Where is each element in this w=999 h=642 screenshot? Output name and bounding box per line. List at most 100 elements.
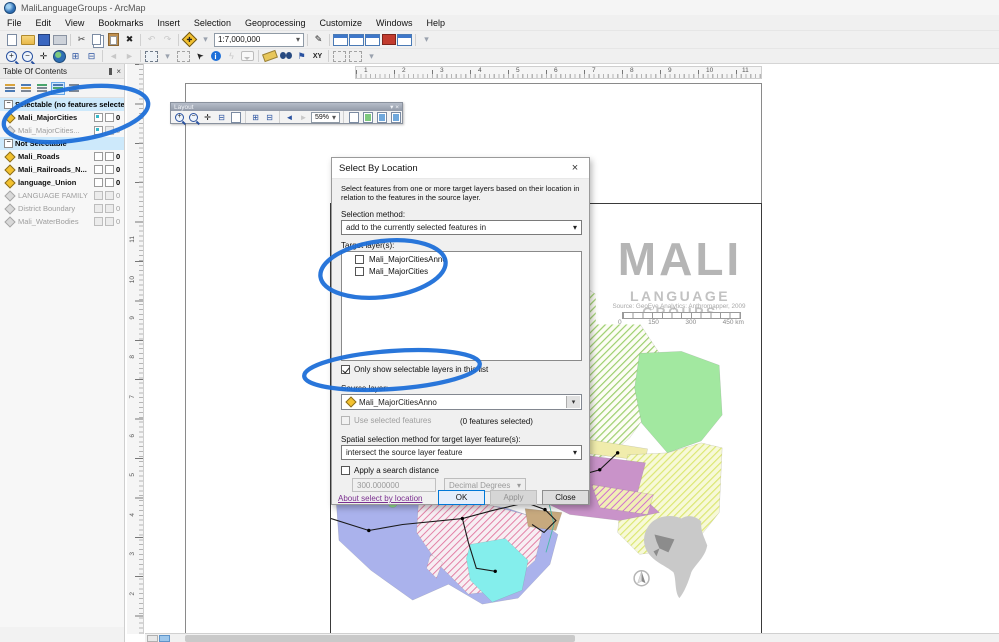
measure-icon[interactable] <box>261 49 278 63</box>
copy-icon[interactable] <box>90 33 105 47</box>
target-layer-item[interactable]: Mali_MajorCitiesAnno <box>355 255 581 264</box>
search-distance-checkbox[interactable] <box>341 466 350 475</box>
focus-data-frame-icon[interactable] <box>361 111 374 123</box>
toc-layer-language-union[interactable]: language_Union 0 <box>0 176 124 189</box>
close-button[interactable]: Close <box>542 490 589 505</box>
layer-checkbox[interactable] <box>355 255 364 264</box>
redo-icon[interactable]: ↷ <box>160 33 175 47</box>
scrollbar-thumb[interactable] <box>185 635 575 642</box>
toc-layer-mali-waterbodies[interactable]: Mali_WaterBodies 0 <box>0 215 124 228</box>
find-icon[interactable] <box>278 49 293 63</box>
menu-bookmarks[interactable]: Bookmarks <box>91 18 150 28</box>
go-to-xy-icon[interactable]: XY <box>310 49 325 63</box>
toc-options-icon[interactable] <box>67 82 81 95</box>
menu-file[interactable]: File <box>0 18 29 28</box>
add-data-icon[interactable]: ✚ <box>181 31 198 48</box>
selection-toggle-icon[interactable] <box>94 191 103 200</box>
python-window-icon[interactable] <box>397 33 412 47</box>
toc-layer-mali-railroads[interactable]: Mali_Railroads_N... 0 <box>0 163 124 176</box>
list-by-visibility-icon[interactable] <box>35 82 49 95</box>
source-layer-combo[interactable]: Mali_MajorCitiesAnno ▾ <box>341 394 582 410</box>
toc-layer-mali-majorcities[interactable]: Mali_MajorCities 0 <box>0 111 124 124</box>
layout-pan-icon[interactable]: ✛ <box>201 112 214 123</box>
collapse-icon[interactable]: − <box>4 139 13 148</box>
catalog-window-icon[interactable] <box>349 33 364 47</box>
toc-layer-mali-majorcitiesanno[interactable]: Mali_MajorCities... 0 <box>0 124 124 137</box>
viewer-window-icon[interactable] <box>332 49 347 63</box>
previous-extent-icon[interactable]: ◄ <box>283 112 296 123</box>
target-layer-item[interactable]: Mali_MajorCities <box>355 267 581 276</box>
layout-fixed-zoom-in-icon[interactable]: ⊞ <box>249 112 262 123</box>
editor-toolbar-icon[interactable]: ✎ <box>311 33 326 47</box>
go-forward-extent-icon[interactable]: ► <box>122 49 137 63</box>
toggle-draft-mode-icon[interactable] <box>347 111 360 123</box>
toolbar-close-icon[interactable]: × <box>395 104 399 111</box>
layout-zoom-out-icon[interactable]: − <box>187 112 200 123</box>
menu-help[interactable]: Help <box>420 18 453 28</box>
menu-view[interactable]: View <box>58 18 91 28</box>
toc-layer-mali-roads[interactable]: Mali_Roads 0 <box>0 150 124 163</box>
html-popup-icon[interactable] <box>240 49 255 63</box>
magnifier-window-icon[interactable] <box>348 49 363 63</box>
auto-hide-pin-icon[interactable] <box>109 67 113 75</box>
toc-group-not-selectable[interactable]: − Not Selectable <box>0 137 124 150</box>
spatial-method-combo[interactable]: intersect the source layer feature ▾ <box>341 445 582 460</box>
change-layout-icon[interactable] <box>375 111 388 123</box>
list-by-drawing-order-icon[interactable] <box>3 82 17 95</box>
fixed-zoom-out-icon[interactable]: ⊟ <box>84 49 99 63</box>
horizontal-scrollbar[interactable] <box>145 633 999 642</box>
select-features-dropdown-icon[interactable]: ▾ <box>160 49 175 63</box>
layout-zoom-in-icon[interactable]: + <box>173 112 186 123</box>
list-by-selection-icon[interactable] <box>51 81 65 95</box>
toolbar-overflow-icon[interactable]: ▾ <box>419 33 434 47</box>
next-extent-icon[interactable]: ► <box>297 112 310 123</box>
toolbar-overflow-icon[interactable]: ▾ <box>364 49 379 63</box>
selection-toggle-icon[interactable] <box>94 165 103 174</box>
map-scale-combo[interactable]: 1:7,000,000 ▾ <box>214 32 304 47</box>
select-features-icon[interactable] <box>144 49 159 63</box>
layout-view-button[interactable] <box>159 635 170 642</box>
toc-layer-language-family[interactable]: LANGUAGE FAMILY 0 <box>0 189 124 202</box>
go-back-extent-icon[interactable]: ◄ <box>106 49 121 63</box>
fixed-zoom-in-icon[interactable]: ⊞ <box>68 49 83 63</box>
zoom-100-icon[interactable] <box>229 111 242 123</box>
save-icon[interactable] <box>36 33 51 47</box>
close-panel-icon[interactable]: × <box>116 67 121 76</box>
find-route-icon[interactable]: ⚑ <box>294 49 309 63</box>
dialog-close-icon[interactable]: × <box>568 162 582 174</box>
toc-group-selectable[interactable]: − Selectable (no features selected) <box>0 98 124 111</box>
selection-toggle-icon[interactable] <box>94 217 103 226</box>
menu-insert[interactable]: Insert <box>150 18 187 28</box>
arctoolbox-icon[interactable] <box>381 33 396 47</box>
about-select-by-location-link[interactable]: About select by location <box>338 494 423 503</box>
ok-button[interactable]: OK <box>438 490 485 505</box>
pan-icon[interactable]: ✛ <box>36 49 51 63</box>
layout-toolbar-titlebar[interactable]: Layout ▾ × <box>171 103 402 111</box>
hyperlink-icon[interactable]: ϟ <box>224 49 239 63</box>
toolbar-menu-icon[interactable]: ▾ <box>390 104 393 111</box>
combo-dropdown-button[interactable]: ▾ <box>566 396 580 408</box>
only-show-selectable-row[interactable]: Only show selectable layers in this list <box>341 365 488 374</box>
only-show-selectable-checkbox[interactable] <box>341 365 350 374</box>
open-icon[interactable] <box>20 33 35 47</box>
print-icon[interactable] <box>52 33 67 47</box>
identify-icon[interactable]: i <box>208 49 223 63</box>
layout-zoom-combo[interactable]: 59% ▾ <box>311 111 340 123</box>
new-document-icon[interactable] <box>4 33 19 47</box>
selection-toggle-icon[interactable] <box>94 113 103 122</box>
add-data-dropdown-icon[interactable]: ▾ <box>198 33 213 47</box>
undo-icon[interactable]: ↶ <box>144 33 159 47</box>
selection-toggle-icon[interactable] <box>94 178 103 187</box>
dialog-titlebar[interactable]: Select By Location × <box>332 158 589 179</box>
cut-icon[interactable]: ✂ <box>74 33 89 47</box>
delete-icon[interactable]: ✖ <box>122 33 137 47</box>
menu-edit[interactable]: Edit <box>29 18 59 28</box>
layout-fixed-zoom-out-icon[interactable]: ⊟ <box>263 112 276 123</box>
collapse-icon[interactable]: − <box>4 100 13 109</box>
layer-checkbox[interactable] <box>355 267 364 276</box>
selection-toggle-icon[interactable] <box>94 126 103 135</box>
full-extent-icon[interactable] <box>52 49 67 63</box>
zoom-whole-page-icon[interactable]: ⊟ <box>215 112 228 123</box>
data-view-button[interactable] <box>147 635 158 642</box>
menu-windows[interactable]: Windows <box>369 18 420 28</box>
